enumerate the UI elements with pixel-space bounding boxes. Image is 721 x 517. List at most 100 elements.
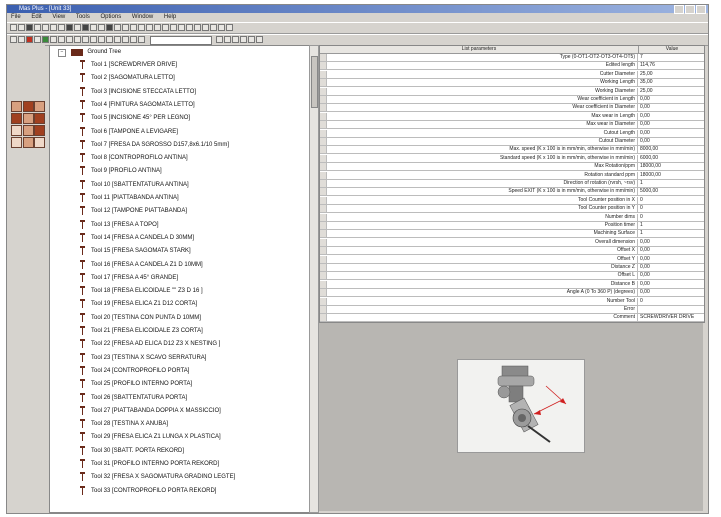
tree-item[interactable]: Tool 14 [FRESA A CANDELA D 30MM] xyxy=(80,232,194,243)
param-value[interactable]: 0,00 xyxy=(640,138,704,145)
grid-row[interactable]: Rotation standard ppm 18000,00 xyxy=(320,171,704,180)
undo-icon[interactable] xyxy=(66,24,73,31)
close-icon[interactable] xyxy=(696,5,706,14)
grid-row[interactable]: Standard speed (K x 100 is in mm/min, ot… xyxy=(320,154,704,163)
tree-item[interactable]: Tool 29 [FRESA ELICA Z1 LUNGA X PLASTICA… xyxy=(80,432,221,442)
tree-item[interactable]: Tool 9 [PROFILO ANTINA] xyxy=(80,166,162,176)
param-value[interactable]: 1 xyxy=(640,222,704,229)
arc-icon[interactable] xyxy=(194,24,201,31)
chamfer-icon[interactable] xyxy=(114,36,121,43)
tool-icon[interactable] xyxy=(90,24,97,31)
grid-row[interactable]: Tool Counter position in Y0 xyxy=(320,205,704,214)
tree-scrollbar[interactable] xyxy=(309,45,319,513)
tree-item[interactable]: Tool 10 [SBATTENTATURA ANTINA] xyxy=(80,179,189,190)
text-icon[interactable] xyxy=(130,36,137,43)
grid-row[interactable]: Direction of rotation (rvrsh, ~rsv) 1 xyxy=(320,180,704,188)
tree-item[interactable]: Tool 25 [PROFILO INTERNO PORTA] xyxy=(80,379,192,389)
cut-icon[interactable] xyxy=(42,24,49,31)
tree-item[interactable]: Tool 17 [FRESA A 45° GRANDE] xyxy=(80,272,178,283)
open-icon[interactable] xyxy=(18,24,25,31)
zoom-out-icon[interactable] xyxy=(138,24,145,31)
redo-icon[interactable] xyxy=(74,24,81,31)
param-value[interactable]: 0,00 xyxy=(640,96,704,103)
align-center-icon[interactable] xyxy=(162,24,169,31)
panel-spindle-icon[interactable] xyxy=(23,113,34,124)
measure-icon[interactable] xyxy=(58,36,65,43)
param-value[interactable]: 114,76 xyxy=(640,62,704,69)
tree-item[interactable]: Tool 13 [FRESA A TOPO] xyxy=(80,219,158,230)
panel-clamp-icon[interactable] xyxy=(11,125,22,136)
tree-item[interactable]: Tool 8 [CONTROPROFILO ANTINA] xyxy=(80,153,188,163)
grid-row[interactable]: Edited length 114,76 xyxy=(320,62,704,71)
trim-icon[interactable] xyxy=(98,36,105,43)
grid-row[interactable]: Error xyxy=(320,306,704,314)
grid-row[interactable]: Offset L 0,00 xyxy=(320,272,704,281)
tree-item[interactable]: Tool 20 [TESTINA CON PUNTA D 10MM] xyxy=(80,312,201,323)
param-value[interactable]: 0,00 xyxy=(640,256,704,263)
save-icon[interactable] xyxy=(26,24,33,31)
grid-row[interactable]: Wear coefficient in Diameter 0,00 xyxy=(320,104,704,113)
array-icon[interactable] xyxy=(90,36,97,43)
param-value[interactable]: 0 xyxy=(640,197,704,204)
param-value[interactable]: 0,00 xyxy=(640,130,704,137)
pause-icon[interactable] xyxy=(34,36,41,43)
param-value[interactable]: 0,00 xyxy=(640,289,704,296)
point-icon[interactable] xyxy=(218,24,225,31)
maximize-icon[interactable] xyxy=(685,5,695,14)
menu-view[interactable]: View xyxy=(52,14,65,20)
distribute-icon[interactable] xyxy=(178,24,185,31)
tree-item[interactable]: Tool 30 [SBATT. PORTA REKORD] xyxy=(80,445,184,456)
run-icon[interactable] xyxy=(106,24,113,31)
grid-row[interactable]: Angle A (0 To 360 P) (degrees) 0,00 xyxy=(320,289,704,298)
stop-icon[interactable] xyxy=(26,36,33,43)
tree-item[interactable]: Tool 19 [FRESA ELICA Z1 D12 CORTA] xyxy=(80,299,197,309)
align-right-icon[interactable] xyxy=(170,24,177,31)
panel-magazine-icon[interactable] xyxy=(34,125,45,136)
tree-item[interactable]: Tool 31 [PROFILO INTERNO PORTA REKORD] xyxy=(80,459,219,469)
step-icon[interactable] xyxy=(50,36,57,43)
param-value[interactable]: 7 xyxy=(640,54,704,61)
param-value[interactable]: 0,00 xyxy=(640,104,704,111)
tree-root[interactable]: − Ground Tree xyxy=(58,49,121,57)
tree-item[interactable]: Tool 16 [FRESA A CANDELA Z1 D 10MM] xyxy=(80,259,203,270)
grid-row[interactable]: Comment SCREWDRIVER DRIVE xyxy=(320,314,704,322)
machine-icon[interactable] xyxy=(98,24,105,31)
move-down-icon[interactable] xyxy=(224,36,231,43)
offset-icon[interactable] xyxy=(82,36,89,43)
param-value[interactable]: 0,00 xyxy=(640,239,704,246)
grid-row[interactable]: Position timer 1 xyxy=(320,222,704,230)
tree-item[interactable]: Tool 21 [FRESA ELICOIDALE Z3 CORTA] xyxy=(80,326,203,336)
zoom-in-icon[interactable] xyxy=(130,24,137,31)
menu-help[interactable]: Help xyxy=(164,14,176,20)
paste-icon[interactable] xyxy=(58,24,65,31)
mirror-icon[interactable] xyxy=(74,36,81,43)
grid-row[interactable]: Wear coefficient in Length 0,00 xyxy=(320,96,704,104)
grid-row[interactable]: Number dims 0 xyxy=(320,213,704,222)
rotate-icon[interactable] xyxy=(66,36,73,43)
tree-item[interactable]: Tool 4 [FINITURA SAGOMATA LETTO] xyxy=(80,99,195,110)
menu-tools[interactable]: Tools xyxy=(76,14,90,20)
circle-icon[interactable] xyxy=(202,24,209,31)
tree-item[interactable]: Tool 33 [CONTROPROFILO PORTA REKORD] xyxy=(80,485,216,496)
dimension-icon[interactable] xyxy=(138,36,145,43)
grid-row[interactable]: Type (0-OT1-OT2-OT3-OT4-OT5) 7 xyxy=(320,54,704,62)
panel-router-icon[interactable] xyxy=(23,101,34,112)
panel-blade-icon[interactable] xyxy=(23,137,34,148)
grid-row[interactable]: Offset X 0,00 xyxy=(320,247,704,256)
menu-file[interactable]: File xyxy=(11,14,21,20)
grid-row[interactable]: Cutter Diameter 25,00 xyxy=(320,70,704,79)
tree-item[interactable]: Tool 24 [CONTROPROFILO PORTA] xyxy=(80,365,189,376)
grid-row[interactable]: Offset Y 0,00 xyxy=(320,255,704,264)
grid-row[interactable]: Number Tool 0 xyxy=(320,297,704,306)
tree-item[interactable]: Tool 5 [INCISIONE 45° PER LEGNO] xyxy=(80,113,190,123)
fillet-icon[interactable] xyxy=(122,36,129,43)
play-icon[interactable] xyxy=(42,36,49,43)
menu-window[interactable]: Window xyxy=(132,14,153,20)
move-left-icon[interactable] xyxy=(232,36,239,43)
extend-icon[interactable] xyxy=(106,36,113,43)
layer-icon[interactable] xyxy=(122,24,129,31)
param-value[interactable]: 8000,00 xyxy=(640,146,704,153)
param-value[interactable]: 18000,00 xyxy=(640,163,704,170)
param-value[interactable]: SCREWDRIVER DRIVE xyxy=(640,314,704,321)
grid-row[interactable]: Max wear in Length 0,00 xyxy=(320,112,704,121)
